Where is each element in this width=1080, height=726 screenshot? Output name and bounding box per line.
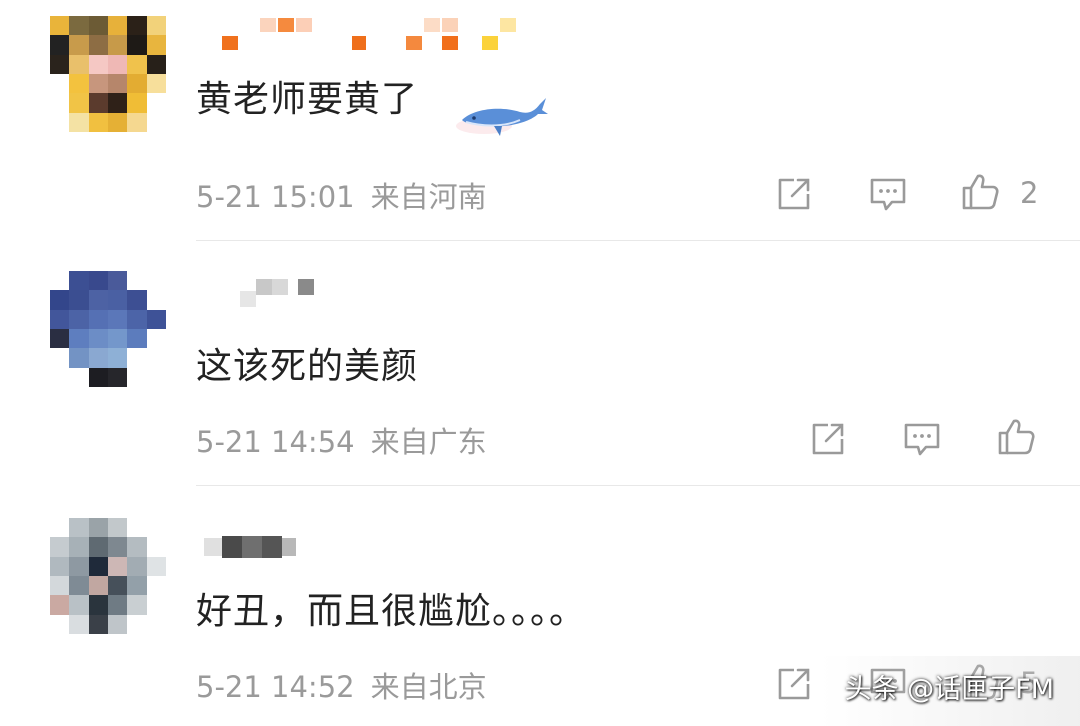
comment-meta: 5-21 15:01 来自河南 [196,174,487,216]
comment-icon [904,423,940,456]
comment-item: 这该死的美颜 5-21 14:54 来自广东 [0,241,1080,485]
comment-button[interactable] [900,417,944,461]
comment-meta: 5-21 14:54 来自广东 [196,419,487,461]
share-icon [778,668,810,700]
comment-button[interactable] [866,172,910,216]
comment-text: 好丑，而且很尴尬。。。。 [196,591,587,632]
like-count: 2 [1020,176,1039,210]
like-button[interactable] [958,170,1002,214]
thumbs-up-icon [998,419,1035,455]
watermark: 头条 @话匣子FM [844,674,1054,705]
comment-meta: 5-21 14:52 来自北京 [196,664,487,706]
avatar[interactable] [50,518,166,634]
comment-date: 5-21 15:01 [196,180,355,214]
share-button[interactable] [772,662,816,706]
share-icon [778,178,810,210]
whale-badge-icon [456,98,548,136]
like-button[interactable] [994,415,1038,459]
comment-date: 5-21 14:52 [196,670,355,704]
username-mosaic[interactable] [196,18,516,50]
avatar[interactable] [50,16,166,132]
share-button[interactable] [806,417,850,461]
comment-location: 来自北京 [370,670,487,704]
share-icon [812,423,844,455]
comment-location: 来自广东 [370,425,487,459]
comment-item: 黄老师要黄了 5-21 15:01 来自河南 2 [0,0,1080,240]
comment-location: 来自河南 [370,180,487,214]
thumbs-up-icon [962,174,999,210]
avatar[interactable] [50,271,166,387]
comment-text: 这该死的美颜 [196,346,419,387]
username-mosaic[interactable] [196,534,306,564]
share-button[interactable] [772,172,816,216]
comment-date: 5-21 14:54 [196,425,355,459]
username-mosaic[interactable] [196,275,316,307]
comment-icon [870,178,906,211]
comment-text: 黄老师要黄了 [196,79,419,120]
